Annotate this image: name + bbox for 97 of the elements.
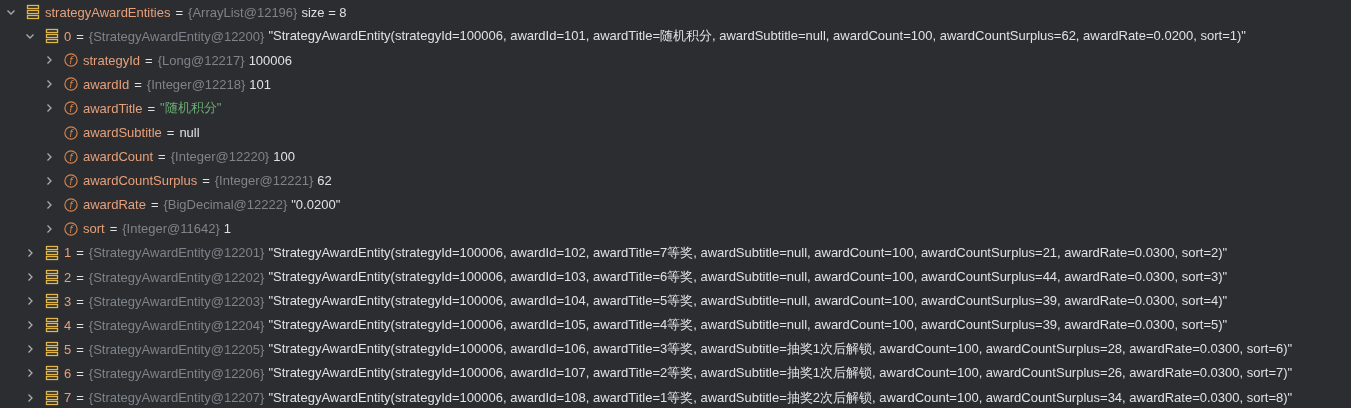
variable-value: "StrategyAwardEntity(strategyId=100006, awardId=104, awardTitle=5等奖, awardSubtitle=null, awardCount=100, awardCountSurplus=39, awardRate=0.0300, sort=4)" [268,292,1228,311]
variable-value: 62 [317,173,332,189]
type-label: {StrategyAwardEntity@12200} [88,28,265,44]
list-icon [45,245,59,261]
chevron-right-icon[interactable] [25,368,35,379]
variable-name: sort [83,221,105,237]
variable-name: 0 [64,28,72,44]
variable-value: "StrategyAwardEntity(strategyId=100006, awardId=102, awardTitle=7等奖, awardSubtitle=null, awardCount=100, awardCountSurplus=21, awardRate=0.0300, sort=2)" [268,244,1228,262]
field-icon: f [64,52,78,69]
variable-value: null [179,125,200,140]
equals-sign: = [147,100,156,116]
equals-sign: = [134,76,142,92]
list-icon [45,341,59,358]
variable-name: awardId [83,76,130,92]
equals-sign: = [145,52,153,68]
equals-sign: = [76,341,84,357]
chevron-right-icon[interactable] [25,344,35,355]
equals-sign: = [76,293,84,309]
equals-sign: = [76,245,84,261]
list-icon [26,4,40,21]
chevron-right-icon[interactable] [44,79,54,90]
list-icon [45,293,59,310]
equals-sign: = [150,197,159,213]
variable-value: 100 [273,149,295,165]
field-icon: f [64,76,78,93]
variable-name: awardRate [83,197,146,213]
list-icon [45,317,59,334]
equals-sign: = [76,317,84,333]
variable-name: 7 [64,390,72,406]
type-label: {StrategyAwardEntity@12206} [88,365,265,381]
chevron-right-icon[interactable] [44,55,54,66]
equals-sign: = [76,28,84,44]
variable-name: 4 [64,317,72,333]
variable-value: "StrategyAwardEntity(strategyId=100006, awardId=103, awardTitle=6等奖, awardSubtitle=null, awardCount=100, awardCountSurplus=44, awardRate=0.0300, sort=3)" [268,268,1228,287]
variable-name: strategyId [83,52,141,68]
variable-name: 5 [64,341,72,357]
variable-value: 1 [223,221,232,237]
chevron-right-icon[interactable] [44,175,54,186]
type-label: {StrategyAwardEntity@12201} [88,245,265,261]
variable-name: awardTitle [83,100,143,116]
variable-value: 100006 [248,52,293,68]
type-label: {Integer@12218} [146,76,246,92]
field-icon: f [64,100,78,117]
chevron-right-icon[interactable] [25,296,35,307]
equals-sign: = [158,149,166,165]
list-icon [45,269,59,286]
field-icon: f [64,172,78,189]
type-label: {ArrayList@12196} [188,4,298,20]
type-label: {Integer@11642} [122,221,220,237]
type-label: {BigDecimal@12222} [163,197,288,213]
variable-value: size = 8 [301,4,347,20]
equals-sign: = [175,4,184,20]
variable-value: "StrategyAwardEntity(strategyId=100006, awardId=105, awardTitle=4等奖, awardSubtitle=null, awardCount=100, awardCountSurplus=39, awardRate=0.0300, sort=5)" [268,316,1228,335]
type-label: {StrategyAwardEntity@12205} [88,341,265,357]
variable-value: "StrategyAwardEntity(strategyId=100006, awardId=107, awardTitle=2等奖, awardSubtitle=抽奖1次后解锁, awardCount=100, awardCountSurplus=26, awardRate=0.0300, sort=7)" [268,364,1293,383]
equals-sign: = [109,221,118,237]
variable-name: 1 [64,245,72,261]
variable-value: 101 [249,76,272,92]
equals-sign: = [76,269,84,285]
chevron-right-icon[interactable] [25,272,35,283]
equals-sign: = [76,390,84,406]
field-icon: f [64,220,78,237]
type-label: {StrategyAwardEntity@12207} [88,390,265,406]
variable-name: awardCount [83,149,154,165]
chevron-right-icon[interactable] [44,223,54,234]
list-icon [45,389,59,406]
list-icon [45,365,59,382]
chevron-right-icon[interactable] [44,103,54,114]
variable-name: 2 [64,269,72,285]
variable-value: "StrategyAwardEntity(strategyId=100006, awardId=108, awardTitle=1等奖, awardSubtitle=抽奖2次后解锁, awardCount=100, awardCountSurplus=34, awardRate=0.0300, sort=8)" [268,388,1293,407]
variable-value: "StrategyAwardEntity(strategyId=100006, awardId=101, awardTitle=随机积分, awardSubtitle=null, awardCount=100, awardCountSurplus=62, awardRate=0.0200, sort=1)" [268,27,1246,46]
equals-sign: = [76,365,84,381]
variable-name: 6 [64,365,72,381]
variable-name: strategyAwardEntities [45,4,171,20]
list-icon [45,28,59,45]
variable-value: "随机积分" [160,99,222,118]
chevron-right-icon[interactable] [25,320,35,331]
type-label: {Integer@12220} [170,149,270,165]
type-label: {StrategyAwardEntity@12202} [88,269,265,285]
field-icon: f [64,148,78,165]
chevron-right-icon[interactable] [25,248,35,258]
chevron-right-icon[interactable] [44,199,54,210]
equals-sign: = [202,173,210,189]
chevron-right-icon[interactable] [25,392,35,403]
variable-name: 3 [64,293,72,309]
chevron-right-icon[interactable] [44,151,54,162]
variable-value: "StrategyAwardEntity(strategyId=100006, awardId=106, awardTitle=3等奖, awardSubtitle=抽奖1次后解锁, awardCount=100, awardCountSurplus=28, awardRate=0.0300, sort=6)" [268,340,1293,359]
type-label: {Integer@12221} [214,173,314,189]
type-label: {Long@12217} [157,52,245,68]
variable-value: "0.0200" [291,197,341,213]
variable-name: awardSubtitle [83,125,162,140]
equals-sign: = [166,125,175,140]
type-label: {StrategyAwardEntity@12204} [88,317,265,333]
field-icon: f [64,196,78,213]
field-icon: f [64,124,78,141]
type-label: {StrategyAwardEntity@12203} [88,293,265,309]
variable-name: awardCountSurplus [83,173,198,189]
